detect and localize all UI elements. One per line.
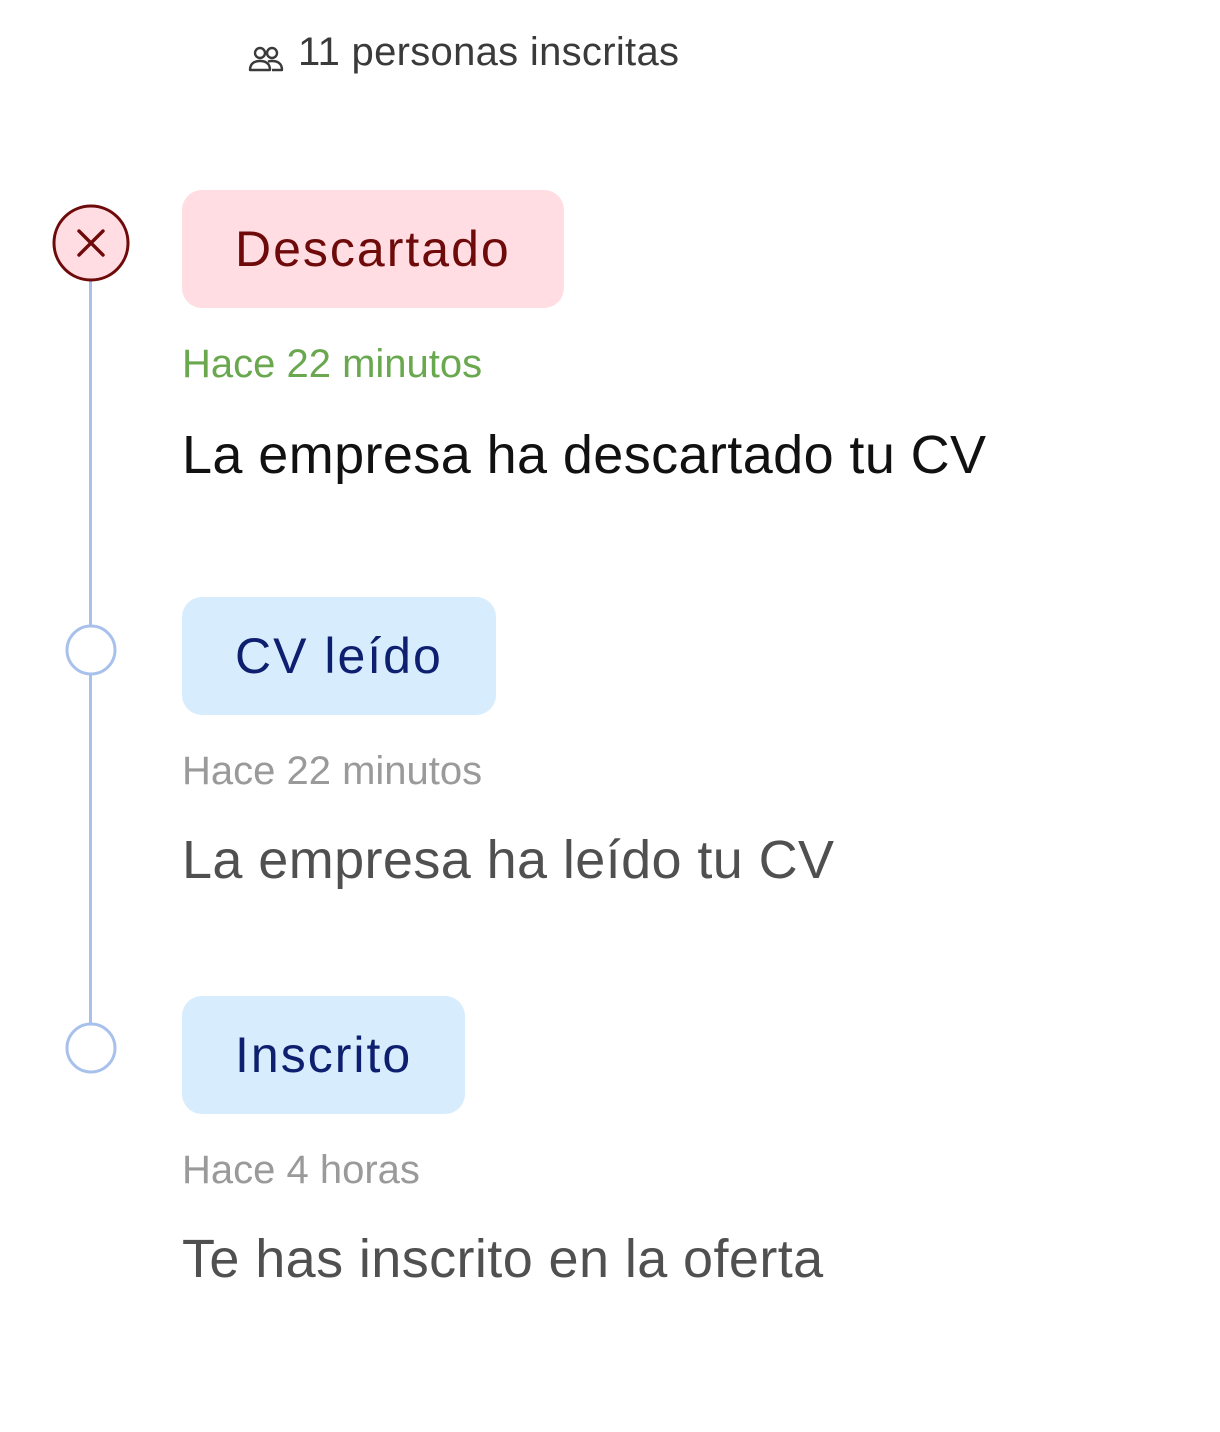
event-time: Hace 22 minutos <box>182 749 483 793</box>
status-badge-label: CV leído <box>235 628 443 684</box>
applicants-count-label: 11 personas inscritas <box>298 29 680 74</box>
applicants-count: 11 personas inscritas <box>248 26 679 78</box>
event-description: Te has inscrito en la oferta <box>182 1229 824 1289</box>
event-time: Hace 22 minutos <box>182 342 483 386</box>
status-badge-label: Inscrito <box>235 1027 413 1083</box>
close-circle-icon <box>52 204 130 282</box>
people-icon <box>248 38 284 72</box>
status-badge-label: Descartado <box>235 221 511 277</box>
status-badge-read: CV leído <box>182 597 496 715</box>
event-description: La empresa ha descartado tu CV <box>182 425 987 485</box>
status-badge-rejected: Descartado <box>182 190 564 308</box>
event-time: Hace 4 horas <box>182 1148 420 1192</box>
timeline-connector <box>89 278 92 626</box>
status-badge-applied: Inscrito <box>182 996 466 1114</box>
circle-outline-icon <box>65 1022 117 1074</box>
event-description: La empresa ha leído tu CV <box>182 830 835 890</box>
circle-outline-icon <box>65 624 117 676</box>
timeline-connector <box>89 674 92 1024</box>
